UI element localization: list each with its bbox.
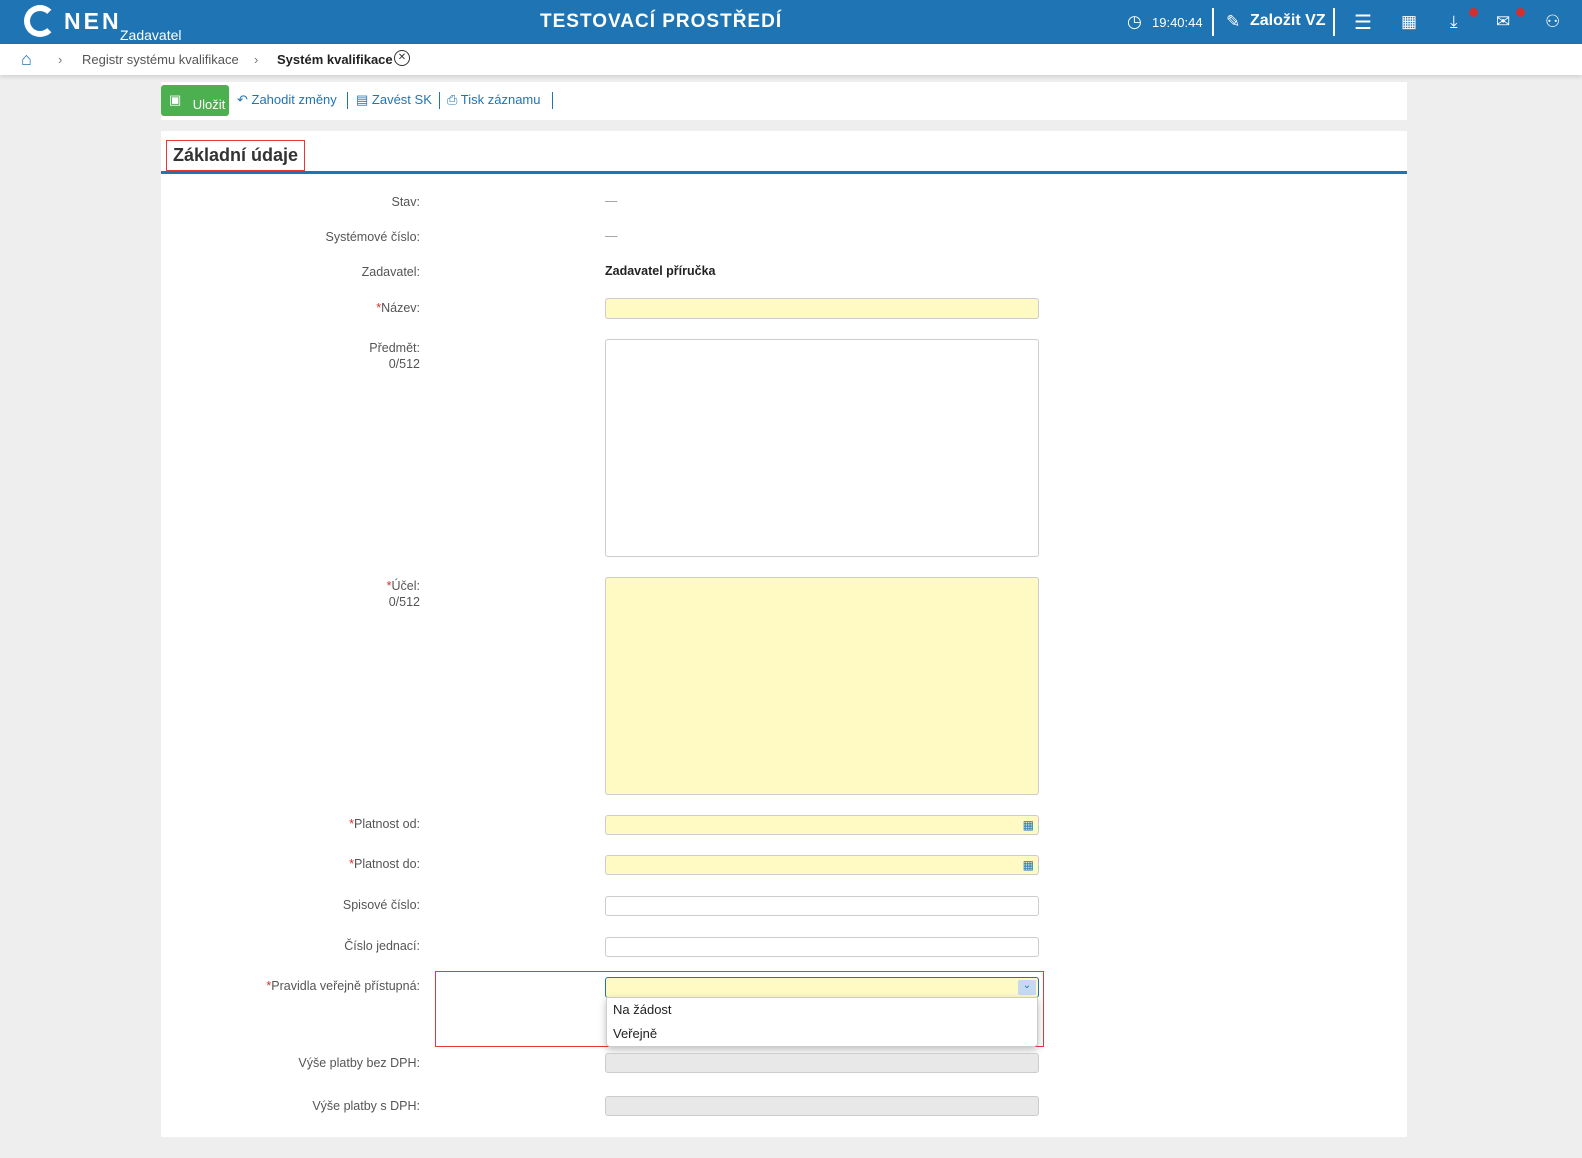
nazev-input[interactable] [605, 298, 1039, 319]
download-icon[interactable]: ⤓ [1450, 12, 1458, 32]
create-vz-button[interactable]: Založit VZ [1250, 12, 1326, 30]
discard-label: Zahodit změny [251, 92, 337, 107]
s-dph-input [605, 1096, 1039, 1116]
divider [552, 92, 553, 109]
save-button[interactable]: ▣ Uložit [161, 85, 229, 116]
toolbar: ▣ Uložit ↶ Zahodit změny ▤ Zavést SK ⎙ Ti… [161, 82, 1407, 120]
ucel-textarea[interactable] [605, 577, 1039, 795]
divider [439, 92, 440, 109]
pravidla-label: *Pravidla veřejně přístupná: [266, 978, 420, 994]
user-icon[interactable]: ⚇ [1545, 12, 1560, 32]
chevron-right-icon: › [254, 52, 259, 67]
platnost-od-label: *Platnost od: [349, 816, 420, 832]
divider [1212, 8, 1214, 36]
breadcrumb-registr[interactable]: Registr systému kvalifikace [82, 52, 239, 67]
platnost-od-label-text: Platnost od: [353, 817, 420, 831]
divider [347, 92, 348, 109]
menu-icon[interactable]: ☰ [1354, 10, 1372, 35]
save-label: Uložit [192, 97, 226, 112]
stav-label: Stav: [391, 195, 421, 209]
clock-icon: ◷ [1127, 12, 1142, 31]
chevron-right-icon: › [58, 52, 63, 67]
stav-value: — [605, 194, 618, 208]
create-sk-label: Zavést SK [371, 92, 432, 107]
section-underline [161, 171, 1407, 174]
calendar-icon[interactable]: ▦ [1401, 12, 1417, 32]
create-sk-button[interactable]: ▤ Zavést SK [356, 92, 432, 108]
top-bar: NEN Zadavatel TESTOVACÍ PROSTŘEDÍ ◷ 19:4… [0, 0, 1582, 44]
option-verejne[interactable]: Veřejně [607, 1022, 1037, 1046]
pravidla-label-text: Pravidla veřejně přístupná: [271, 979, 420, 993]
calendar-icon[interactable]: ▦ [1023, 858, 1034, 872]
ucel-label: *Účel: 0/512 [387, 578, 420, 610]
ucel-counter: 0/512 [388, 595, 420, 609]
predmet-counter: 0/512 [388, 357, 420, 371]
platnost-do-input[interactable]: ▦ [605, 855, 1039, 875]
print-button[interactable]: ⎙ Tisk záznamu [447, 92, 541, 108]
notification-dot [1516, 8, 1525, 17]
environment-title: TESTOVACÍ PROSTŘEDÍ [540, 11, 783, 32]
pravidla-select[interactable]: ⌄ [605, 977, 1039, 998]
nazev-label-text: Název: [381, 301, 420, 315]
edit-icon: ✎ [1226, 12, 1241, 31]
platnost-do-label: *Platnost do: [349, 856, 420, 872]
pravidla-dropdown: Na žádost Veřejně [606, 997, 1038, 1047]
home-icon[interactable]: ⌂ [21, 49, 32, 70]
predmet-label-text: Předmět: [369, 341, 420, 355]
nazev-label: *Název: [376, 300, 420, 316]
nen-logo-icon[interactable] [24, 5, 56, 37]
option-na-zadost[interactable]: Na žádost [607, 998, 1037, 1022]
divider [1333, 8, 1335, 36]
predmet-textarea[interactable] [605, 339, 1039, 557]
jednaci-input[interactable] [605, 937, 1039, 957]
jednaci-label: Číslo jednací: [344, 939, 420, 953]
ucel-label-text: Účel: [391, 579, 420, 593]
chevron-down-icon[interactable]: ⌄ [1018, 980, 1036, 995]
platnost-do-label-text: Platnost do: [353, 857, 420, 871]
calendar-icon[interactable]: ▦ [1023, 818, 1034, 832]
predmet-label: Předmět: 0/512 [369, 340, 420, 372]
section-title: Základní údaje [166, 140, 306, 171]
system-number-label: Systémové číslo: [325, 230, 420, 244]
zadavatel-label: Zadavatel: [361, 265, 420, 279]
session-time: 19:40:44 [1152, 15, 1203, 30]
logo-text[interactable]: NEN [64, 8, 122, 35]
s-dph-label: Výše platby s DPH: [312, 1099, 420, 1113]
close-tab-icon[interactable]: ✕ [394, 50, 410, 66]
floppy-icon: ▣ [169, 92, 182, 107]
spisove-input[interactable] [605, 896, 1039, 916]
discard-changes-button[interactable]: ↶ Zahodit změny [237, 92, 337, 108]
spisove-label: Spisové číslo: [342, 898, 420, 912]
platnost-od-input[interactable]: ▦ [605, 815, 1039, 835]
bez-dph-input [605, 1053, 1039, 1073]
breadcrumb-current: Systém kvalifikace [277, 52, 393, 67]
mail-icon[interactable]: ✉ [1496, 12, 1510, 32]
role-label: Zadavatel [120, 27, 182, 43]
basic-info-panel: Základní údaje Stav: — Systémové číslo: … [161, 131, 1407, 1137]
notification-dot [1469, 8, 1478, 17]
bez-dph-label: Výše platby bez DPH: [298, 1056, 420, 1070]
system-number-value: — [605, 229, 618, 243]
zadavatel-value: Zadavatel příručka [605, 264, 716, 278]
print-label: Tisk záznamu [460, 92, 541, 107]
breadcrumb: ⌂ › Registr systému kvalifikace › Systém… [0, 44, 1582, 75]
